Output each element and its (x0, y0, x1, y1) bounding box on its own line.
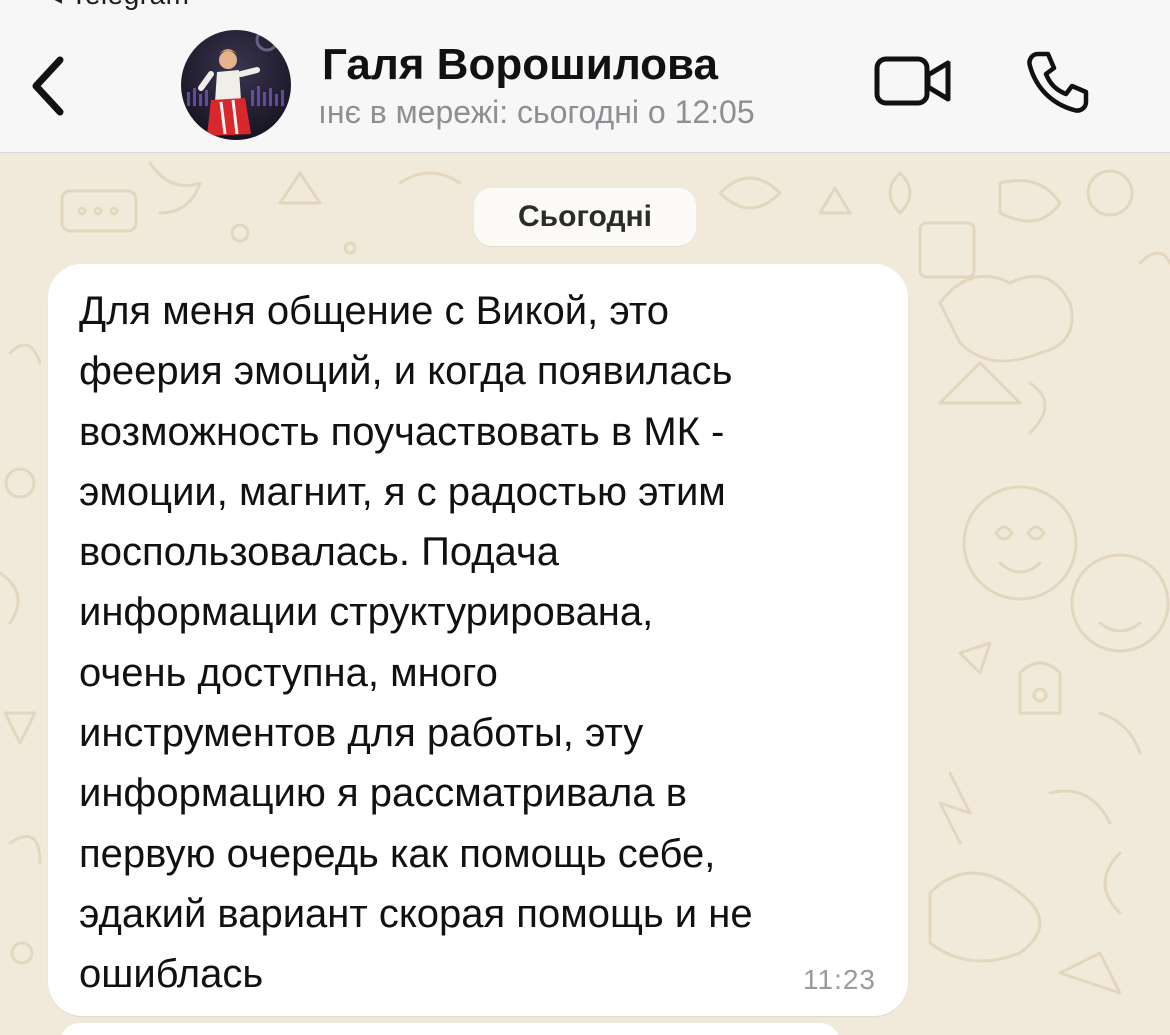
date-separator: Сьогодні (474, 188, 696, 246)
chat-area[interactable]: Сьогодні Для меня общение с Викой, это ф… (0, 153, 1170, 1035)
back-button[interactable] (18, 48, 78, 128)
next-message-bubble[interactable] (60, 1023, 840, 1035)
chevron-left-icon (28, 54, 68, 123)
phone-icon (1024, 48, 1092, 121)
video-call-button[interactable] (868, 50, 958, 116)
chat-header: Галя Ворошилова ıнє в мережі: сьогодні о… (0, 0, 1170, 153)
message-timestamp: 11:23 (803, 964, 876, 995)
message-text: Для меня общение с Викой, это феерия эмо… (79, 289, 753, 997)
avatar[interactable] (181, 30, 291, 140)
contact-name[interactable]: Галя Ворошилова (322, 40, 718, 90)
message-bubble[interactable]: Для меня общение с Викой, это феерия эмо… (48, 264, 908, 1016)
status-bar: ◂ Telegram (0, 0, 1170, 10)
voice-call-button[interactable] (1018, 46, 1098, 122)
contact-status: ıнє в мережі: сьогодні о 12:05 (318, 94, 755, 130)
back-to-app-link[interactable]: ◂ Telegram (48, 0, 190, 11)
video-camera-icon (873, 53, 953, 114)
